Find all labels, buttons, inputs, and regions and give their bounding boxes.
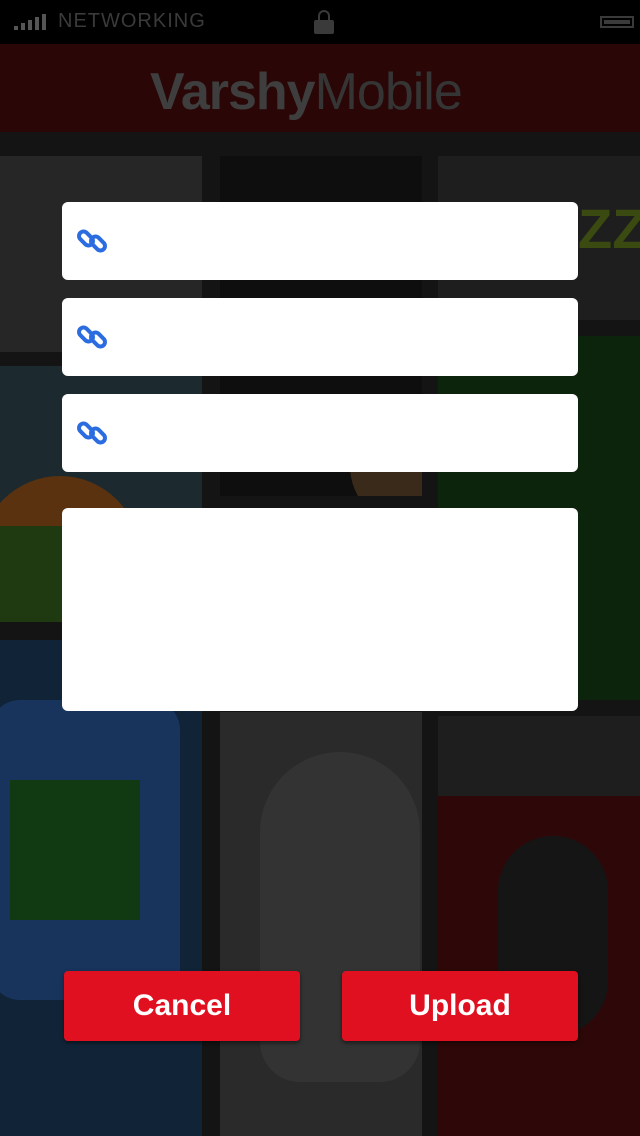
link-field-2 [62,298,578,378]
link-input-3[interactable] [120,394,568,474]
app-logo: VarshyMobile [150,60,463,124]
link-input-2[interactable] [120,298,568,378]
gallery-tile [0,640,202,1136]
status-bar: NETWORKING [0,0,640,44]
link-field-1 [62,202,578,282]
link-icon [77,421,107,445]
gallery-tile [438,716,640,1136]
battery-icon [600,16,634,28]
logo-text-varshy: Varshy [150,63,316,121]
logo-text-mobile: Mobile [314,63,463,121]
link-icon [77,325,107,349]
signal-bars-icon [14,14,46,30]
gallery-tile [220,712,422,1136]
lock-icon [314,10,334,34]
description-textarea[interactable] [74,520,570,703]
description-box [62,508,578,711]
link-input-1[interactable] [120,202,568,282]
carrier-name: NETWORKING [58,10,206,32]
link-field-3 [62,394,578,474]
link-icon [77,229,107,253]
cancel-button[interactable]: Cancel [64,971,300,1041]
upload-button[interactable]: Upload [342,971,578,1041]
